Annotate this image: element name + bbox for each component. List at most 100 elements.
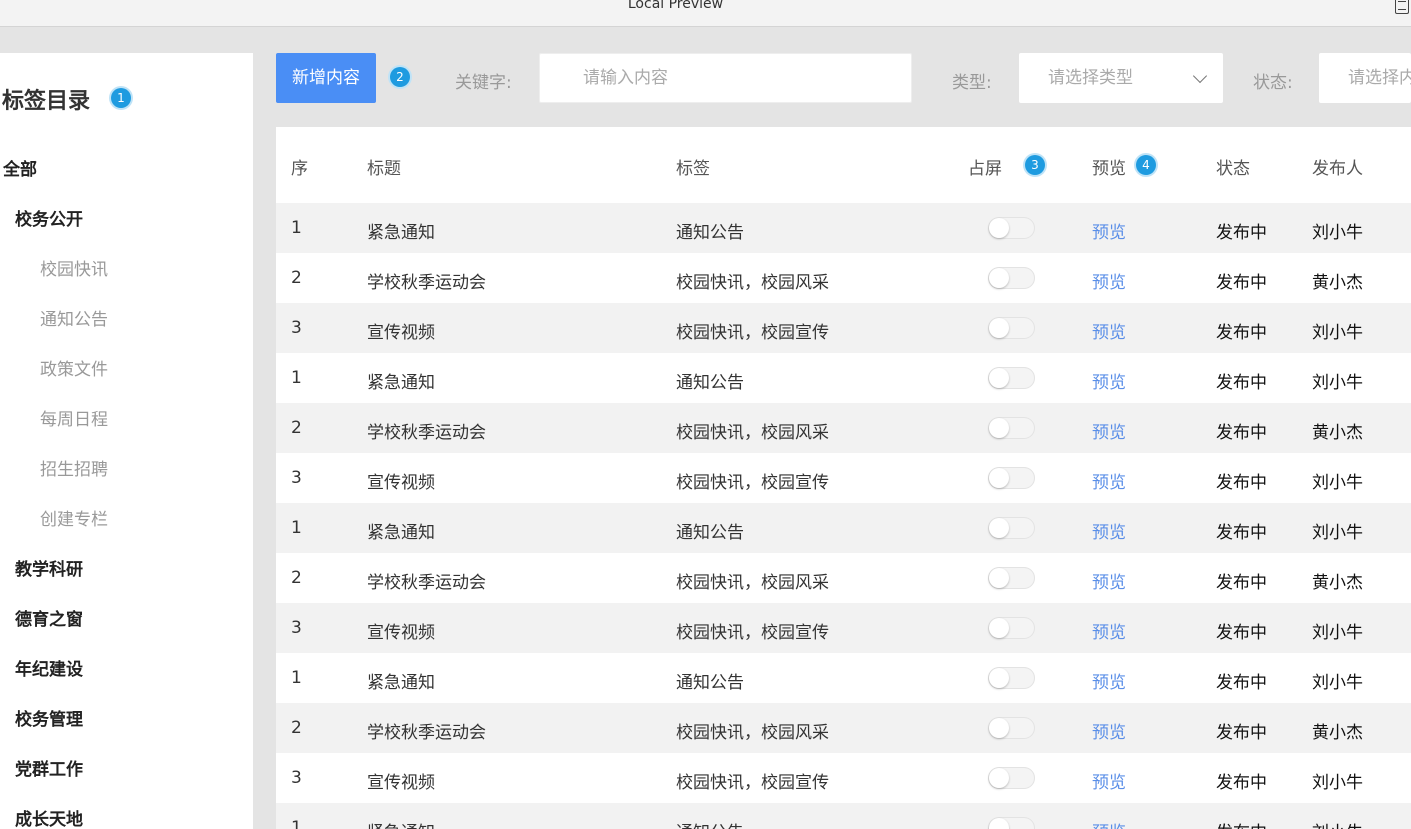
cell-publisher: 刘小牛 xyxy=(1312,323,1363,343)
cell-status: 发布中 xyxy=(1216,223,1267,243)
cell-title: 学校秋季运动会 xyxy=(367,273,486,293)
sidebar-title-text: 标签目录 xyxy=(2,89,91,114)
cell-index: 1 xyxy=(291,518,302,538)
table-row: 1 紧急通知 通知公告 预览 发布中 刘小牛 xyxy=(276,503,1411,553)
cell-index: 1 xyxy=(291,218,302,238)
step-badge: 3 xyxy=(1025,155,1045,175)
preview-link[interactable]: 预览 xyxy=(1092,368,1126,393)
fullscreen-toggle[interactable] xyxy=(988,767,1035,789)
status-select[interactable]: 请选择内 xyxy=(1319,53,1411,103)
cell-title: 紧急通知 xyxy=(367,673,435,693)
preview-link[interactable]: 预览 xyxy=(1092,718,1126,743)
preview-link[interactable]: 预览 xyxy=(1092,568,1126,593)
col-fullscreen-header: 占屏 xyxy=(968,159,1002,179)
keyword-label: 关键字: xyxy=(455,73,512,93)
preview-link[interactable]: 预览 xyxy=(1092,218,1126,243)
keyword-placeholder: 请输入内容 xyxy=(583,68,668,88)
cell-title: 宣传视频 xyxy=(367,473,435,493)
sidebar-item[interactable]: 成长天地 xyxy=(15,805,83,829)
table-row: 2 学校秋季运动会 校园快讯，校园风采 预览 发布中 黄小杰 xyxy=(276,403,1411,453)
sidebar-item[interactable]: 全部 xyxy=(3,155,37,180)
fullscreen-toggle[interactable] xyxy=(988,517,1035,539)
cell-publisher: 刘小牛 xyxy=(1312,473,1363,493)
cell-title: 紧急通知 xyxy=(367,223,435,243)
cell-status: 发布中 xyxy=(1216,273,1267,293)
chevron-down-icon xyxy=(1192,68,1208,84)
sidebar-item[interactable]: 年纪建设 xyxy=(15,655,83,680)
preview-link[interactable]: 预览 xyxy=(1092,268,1126,293)
sidebar-item[interactable]: 教学科研 xyxy=(15,555,83,580)
cell-title: 宣传视频 xyxy=(367,323,435,343)
fullscreen-toggle[interactable] xyxy=(988,217,1035,239)
sidebar-item[interactable]: 每周日程 xyxy=(40,405,108,430)
menu-icon[interactable] xyxy=(1395,0,1409,14)
cell-publisher: 刘小牛 xyxy=(1312,773,1363,793)
sidebar-item[interactable]: 校务公开 xyxy=(15,205,83,230)
cell-status: 发布中 xyxy=(1216,523,1267,543)
cell-tags: 通知公告 xyxy=(676,223,744,243)
fullscreen-toggle[interactable] xyxy=(988,617,1035,639)
fullscreen-toggle[interactable] xyxy=(988,317,1035,339)
cell-title: 学校秋季运动会 xyxy=(367,723,486,743)
cell-index: 1 xyxy=(291,818,302,829)
cell-publisher: 黄小杰 xyxy=(1312,723,1363,743)
cell-publisher: 刘小牛 xyxy=(1312,673,1363,693)
preview-link[interactable]: 预览 xyxy=(1092,818,1126,829)
col-index-header: 序 xyxy=(291,159,308,179)
sidebar-item[interactable]: 校园快讯 xyxy=(40,255,108,280)
fullscreen-toggle[interactable] xyxy=(988,267,1035,289)
status-placeholder: 请选择内 xyxy=(1348,68,1411,88)
cell-publisher: 刘小牛 xyxy=(1312,818,1363,829)
table-row: 1 紧急通知 通知公告 预览 发布中 刘小牛 xyxy=(276,353,1411,403)
cell-publisher: 黄小杰 xyxy=(1312,573,1363,593)
table-row: 2 学校秋季运动会 校园快讯，校园风采 预览 发布中 黄小杰 xyxy=(276,703,1411,753)
cell-tags: 校园快讯，校园宣传 xyxy=(676,773,829,793)
preview-link[interactable]: 预览 xyxy=(1092,768,1126,793)
sidebar-item[interactable]: 通知公告 xyxy=(40,305,108,330)
preview-link[interactable]: 预览 xyxy=(1092,618,1126,643)
table-row: 3 宣传视频 校园快讯，校园宣传 预览 发布中 刘小牛 xyxy=(276,753,1411,803)
fullscreen-toggle[interactable] xyxy=(988,817,1035,829)
preview-link[interactable]: 预览 xyxy=(1092,668,1126,693)
sidebar-item[interactable]: 政策文件 xyxy=(40,355,108,380)
sidebar-item[interactable]: 德育之窗 xyxy=(15,605,83,630)
cell-status: 发布中 xyxy=(1216,373,1267,393)
add-content-button[interactable]: 新增内容 xyxy=(276,53,376,103)
cell-tags: 校园快讯，校园风采 xyxy=(676,573,829,593)
cell-title: 学校秋季运动会 xyxy=(367,423,486,443)
preview-link[interactable]: 预览 xyxy=(1092,518,1126,543)
cell-publisher: 刘小牛 xyxy=(1312,623,1363,643)
cell-title: 宣传视频 xyxy=(367,623,435,643)
keyword-input[interactable]: 请输入内容 xyxy=(539,53,912,103)
sidebar-item[interactable]: 校务管理 xyxy=(15,705,83,730)
preview-link[interactable]: 预览 xyxy=(1092,418,1126,443)
cell-index: 1 xyxy=(291,368,302,388)
fullscreen-toggle[interactable] xyxy=(988,417,1035,439)
type-select[interactable]: 请选择类型 xyxy=(1019,53,1223,103)
fullscreen-toggle[interactable] xyxy=(988,717,1035,739)
fullscreen-toggle[interactable] xyxy=(988,467,1035,489)
cell-tags: 通知公告 xyxy=(676,373,744,393)
table-row: 3 宣传视频 校园快讯，校园宣传 预览 发布中 刘小牛 xyxy=(276,603,1411,653)
cell-status: 发布中 xyxy=(1216,723,1267,743)
fullscreen-toggle[interactable] xyxy=(988,567,1035,589)
sidebar-title: 标签目录 xyxy=(2,83,90,115)
fullscreen-toggle[interactable] xyxy=(988,367,1035,389)
step-badge: 2 xyxy=(390,67,410,87)
table-row: 2 学校秋季运动会 校园快讯，校园风采 预览 发布中 黄小杰 xyxy=(276,253,1411,303)
preview-link[interactable]: 预览 xyxy=(1092,318,1126,343)
sidebar-item[interactable]: 创建专栏 xyxy=(40,505,108,530)
window-titlebar: Local Preview xyxy=(0,0,1411,27)
cell-publisher: 刘小牛 xyxy=(1312,523,1363,543)
fullscreen-toggle[interactable] xyxy=(988,667,1035,689)
table-row: 1 紧急通知 通知公告 预览 发布中 刘小牛 xyxy=(276,653,1411,703)
cell-title: 学校秋季运动会 xyxy=(367,573,486,593)
cell-status: 发布中 xyxy=(1216,623,1267,643)
preview-link[interactable]: 预览 xyxy=(1092,468,1126,493)
sidebar-item[interactable]: 招生招聘 xyxy=(40,455,108,480)
cell-tags: 通知公告 xyxy=(676,523,744,543)
cell-publisher: 黄小杰 xyxy=(1312,423,1363,443)
cell-tags: 通知公告 xyxy=(676,818,744,829)
sidebar-item[interactable]: 党群工作 xyxy=(15,755,83,780)
cell-status: 发布中 xyxy=(1216,673,1267,693)
